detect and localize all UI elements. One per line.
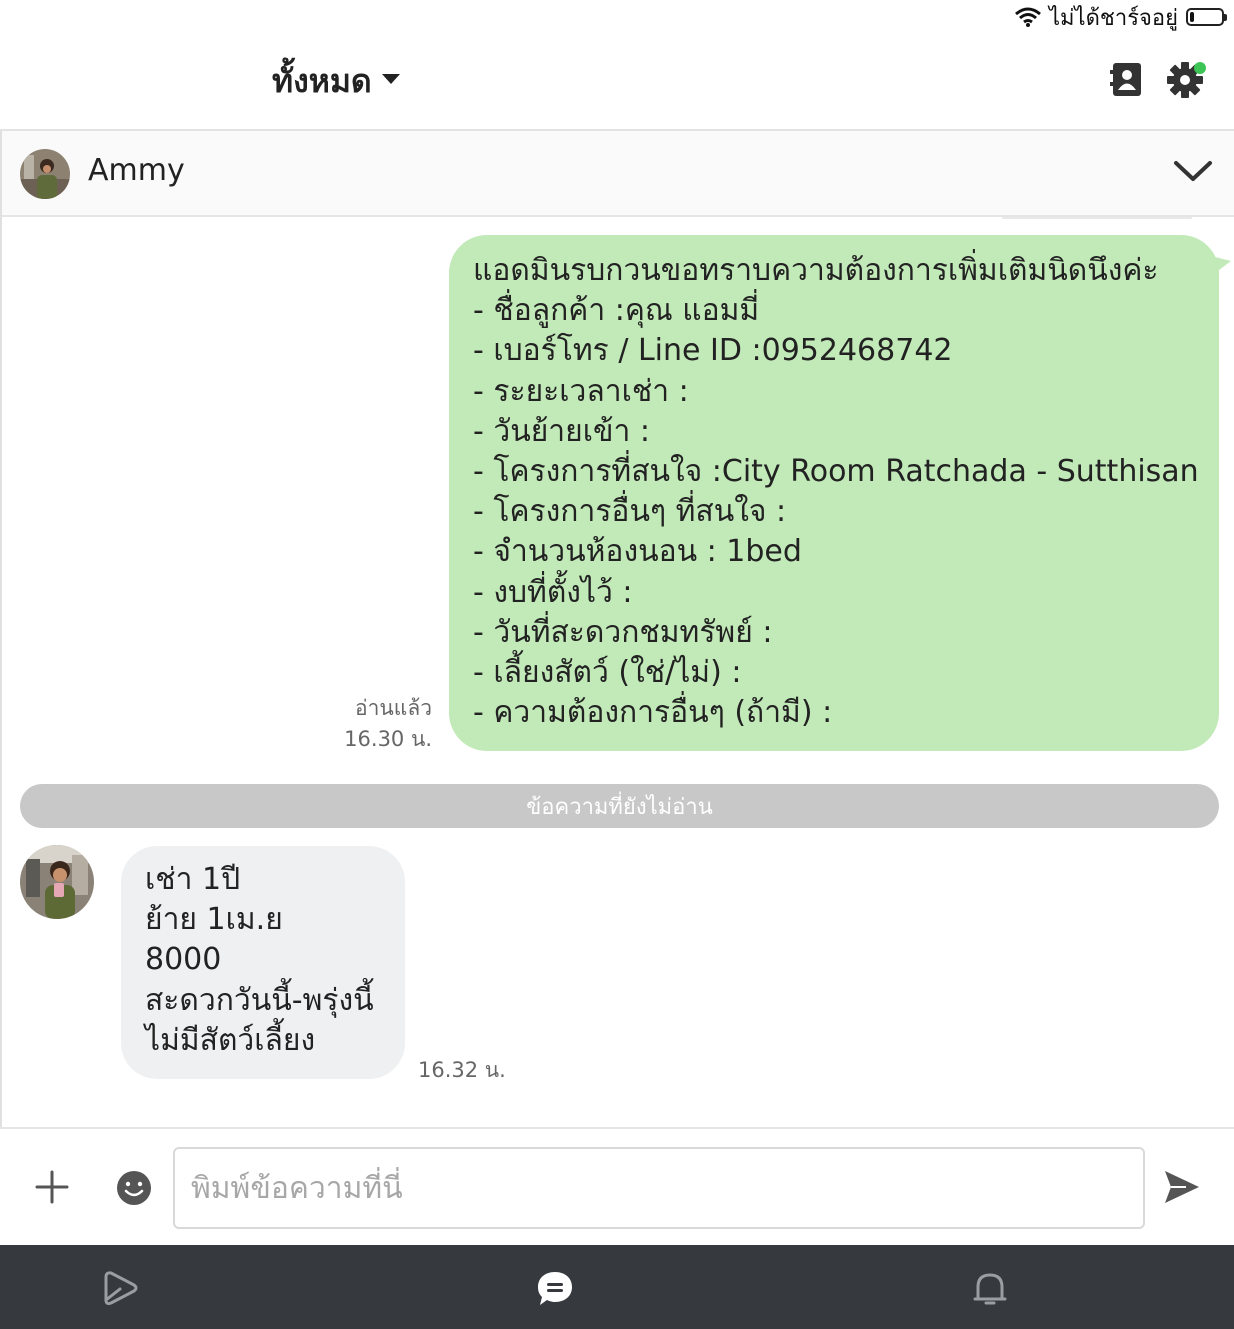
message-time: 16.32 น. [418,1058,506,1082]
message-line: แอดมินรบกวนขอทราบความต้องการเพิ่มเติมนิด… [473,253,1159,288]
chat-icon[interactable] [535,1269,575,1309]
message-line: - เบอร์โทร / Line ID :0952468742 [473,333,953,369]
battery-level [1190,12,1194,22]
bell-icon[interactable] [970,1269,1010,1309]
caret-down-icon [381,73,400,84]
outgoing-message-bubble[interactable]: แอดมินรบกวนขอทราบความต้องการเพิ่มเติมนิด… [449,235,1231,751]
bottom-tab-bar [0,1245,1234,1329]
read-status: อ่านแล้ว [355,696,432,720]
send-icon[interactable] [1162,1167,1202,1207]
message-line: - งบที่ตั้งไว้ : [473,574,633,610]
message-line: - ความต้องการอื่นๆ (ถ้ามี) : [473,695,833,731]
contact-name: Ammy [88,153,185,188]
status-bar: ไม่ได้ชาร์จอยู่ [0,0,1234,34]
message-line: ไม่มีสัตว์เลี้ยง [145,1022,316,1058]
top-header: ทั้งหมด [0,34,1234,131]
unread-label: ข้อความที่ยังไม่อ่าน [526,794,713,820]
charging-status-text: ไม่ได้ชาร์จอยู่ [1048,5,1178,31]
message-line: - วันย้ายเข้า : [473,413,650,449]
message-line: ย้าย 1เม.ย [145,902,283,938]
message-input-bar [0,1127,1234,1245]
message-line: - วันที่สะดวกชมทรัพย์ : [473,614,773,650]
previous-message-edge [1002,217,1192,219]
chat-header: Ammy [0,131,1234,217]
incoming-message-bubble[interactable]: เช่า 1ปี ย้าย 1เม.ย 8000 สะดวกวันนี้-พรุ… [121,846,405,1079]
message-line: สะดวกวันนี้-พรุ่งนี้ [145,982,374,1018]
settings-notification-dot [1194,62,1206,74]
battery-icon [1186,8,1227,26]
message-line: เช่า 1ปี [145,862,241,897]
chat-filter-label: ทั้งหมด [272,62,372,100]
unread-messages-divider: ข้อความที่ยังไม่อ่าน [20,784,1219,828]
message-line: - ชื่อลูกค้า :คุณ แอมมี่ [473,293,760,329]
sender-avatar[interactable] [20,845,94,919]
message-time: 16.30 น. [344,727,432,751]
message-line: - โครงการที่สนใจ :City Room Ratchada - S… [473,454,1199,490]
message-line: - โครงการอื่นๆ ที่สนใจ : [473,494,787,530]
chat-filter-dropdown[interactable]: ทั้งหมด [272,56,400,107]
wifi-icon [1015,7,1041,27]
plus-icon[interactable] [34,1169,70,1205]
contacts-icon[interactable] [1106,60,1146,100]
message-line: - เลี้ยงสัตว์ (ใช่/ไม่) : [473,655,742,691]
message-line: 8000 [145,942,222,978]
message-input[interactable] [173,1147,1145,1229]
message-line: - ระยะเวลาเช่า : [473,373,689,409]
emoji-icon[interactable] [115,1169,153,1207]
chevron-down-icon[interactable] [1172,155,1214,187]
home-icon[interactable] [100,1269,140,1309]
message-line: - จำนวนห้องนอน : 1bed [473,534,802,570]
contact-avatar[interactable] [20,149,70,199]
outgoing-message-meta: อ่านแล้ว 16.30 น. [322,693,432,755]
chat-message-area[interactable]: แอดมินรบกวนขอทราบความต้องการเพิ่มเติมนิด… [0,217,1234,1127]
